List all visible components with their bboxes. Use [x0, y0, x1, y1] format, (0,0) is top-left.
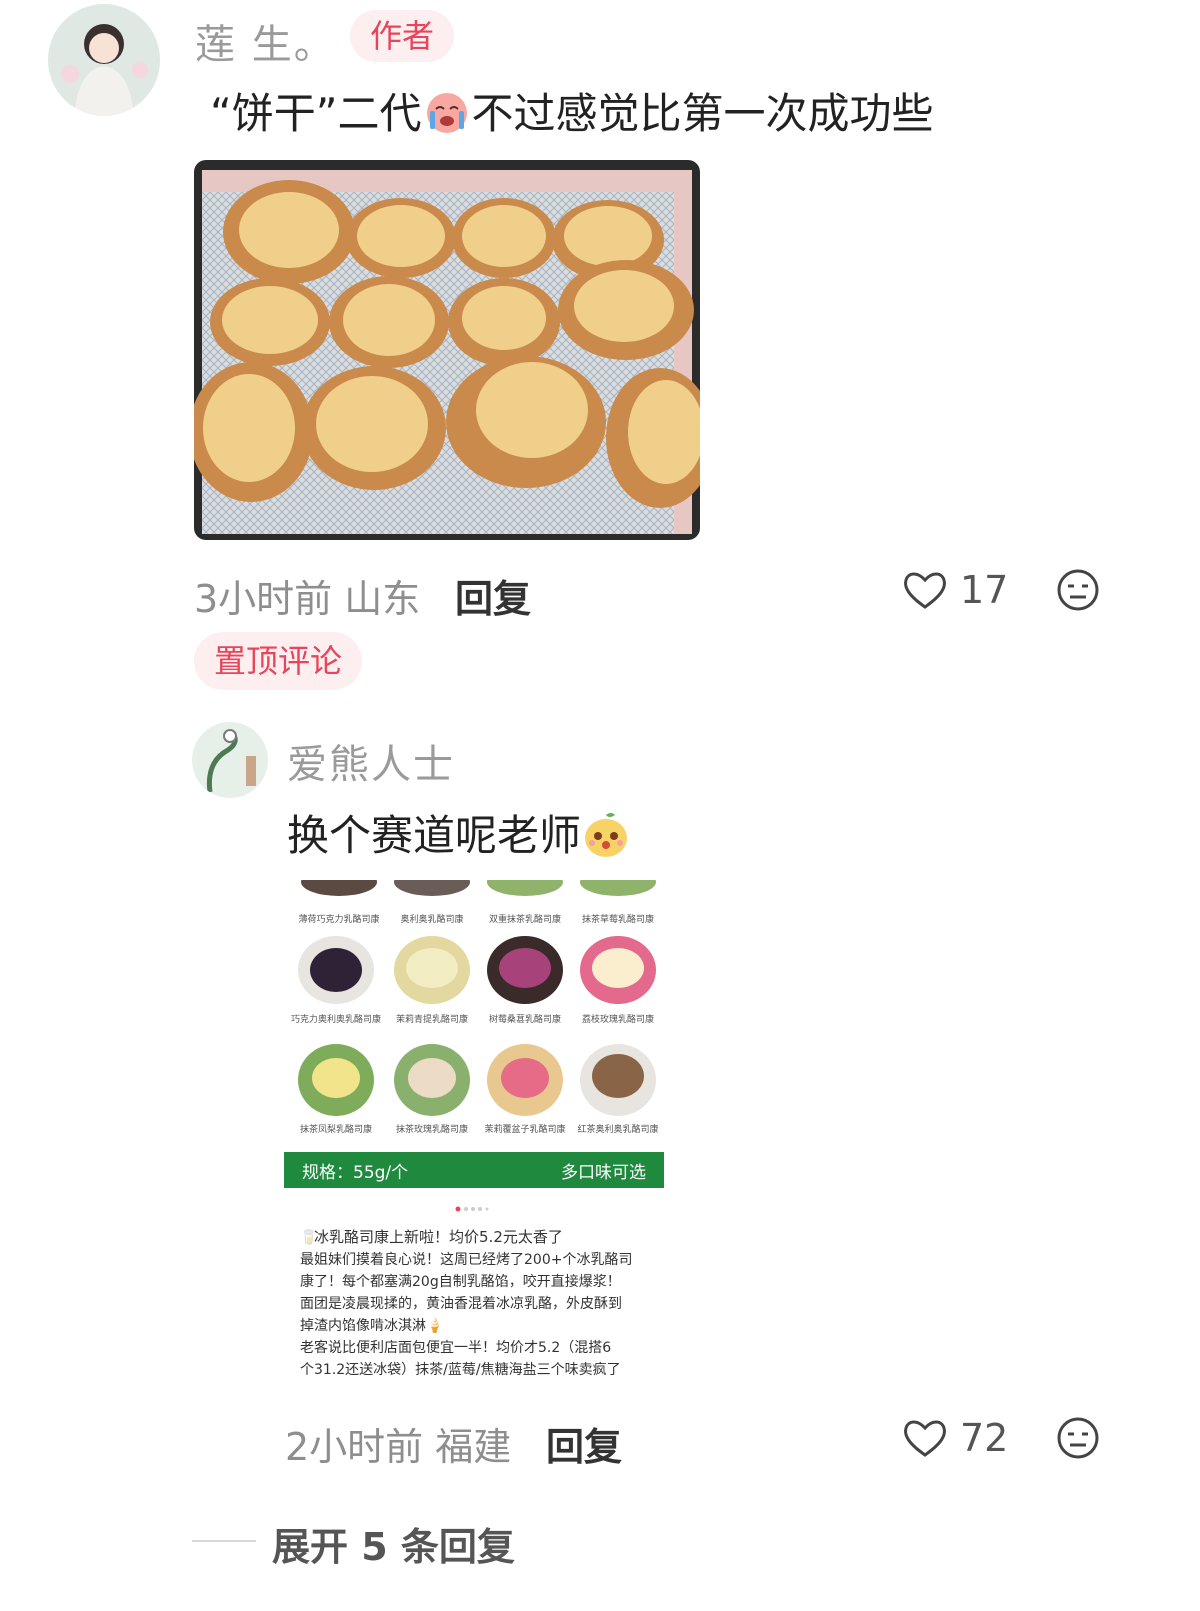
author-badge: 作者 [350, 10, 455, 62]
crying-face-icon [422, 89, 472, 145]
username[interactable]: 莲 生。 [195, 12, 336, 70]
post-line: 个31.2还送冰袋）抹茶/蓝莓/焦糖海盐三个味卖疯了 [300, 1362, 621, 1378]
expand-divider [192, 1540, 256, 1542]
neutral-face-icon [1056, 569, 1100, 616]
spec-label: 规格：55g/个 [302, 1162, 409, 1183]
heart-icon [902, 569, 948, 611]
like-button[interactable]: 17 [902, 568, 1008, 612]
like-count: 17 [960, 568, 1009, 612]
post-line: 🥛冰乳酪司康上新啦！均价5.2元太香了 [300, 1226, 660, 1249]
cookie-label: 巧克力奥利奥乳酪司康 [291, 1015, 382, 1025]
cookie-label: 薄荷巧克力乳酪司康 [298, 915, 380, 925]
reply-button[interactable]: 回复 [546, 1416, 622, 1471]
expand-replies-button[interactable]: 展开 5 条回复 [272, 1516, 515, 1571]
cute-face-icon [581, 809, 631, 869]
cookie-row-1 [284, 930, 664, 1010]
neutral-face-icon [1056, 1417, 1100, 1464]
carousel-dots [454, 1198, 494, 1217]
comment-time-location: 2小时前 福建 [285, 1425, 512, 1469]
avatar[interactable] [48, 4, 160, 116]
post-line: 面团是凌晨现揉的，黄油香混着冰凉乳酪，外皮酥到 [300, 1296, 622, 1312]
post-headline: 冰乳酪司康上新啦！均价5.2元太香了 [314, 1228, 563, 1246]
post-text: 🥛冰乳酪司康上新啦！均价5.2元太香了 最姐妹们摸着良心说！这周已经烤了200+… [300, 1226, 660, 1381]
comment-text-part1: 换个赛道呢老师 [287, 811, 582, 860]
like-count: 72 [960, 1416, 1009, 1460]
cookie-label: 荔枝玫瑰乳酪司康 [581, 1015, 654, 1025]
ice-cream-icon: 🍦 [426, 1318, 444, 1334]
post-line-text: 掉渣内馅像啃冰淇淋 [300, 1318, 426, 1334]
like-button[interactable]: 72 [902, 1416, 1008, 1460]
pinned-comment-badge: 置顶评论 [194, 632, 363, 690]
spec-banner: 规格：55g/个 多口味可选 [284, 1152, 664, 1188]
avatar[interactable] [192, 722, 268, 798]
comment-time-location: 3小时前 山东 [194, 577, 421, 621]
post-line: 老客说比便利店面包便宜一半！均价才5.2（混搭6 [300, 1340, 612, 1356]
cookie-label: 抹茶玫瑰乳酪司康 [395, 1125, 468, 1135]
cup-icon: 🥛 [300, 1230, 318, 1246]
cookie-label: 红茶奥利奥乳酪司康 [577, 1125, 659, 1135]
username[interactable]: 爱熊人士 [287, 732, 455, 790]
comment-photo[interactable]: 薄荷巧克力乳酪司康 奥利奥乳酪司康 双重抹茶乳酪司康 抹茶草莓乳酪司康 巧克力奥… [284, 880, 664, 1388]
post-line: 最姐妹们摸着良心说！这周已经烤了200+个冰乳酪司 [300, 1252, 633, 1268]
cookie-label: 树莓桑葚乳酪司康 [488, 1015, 561, 1025]
cookie-row-0 [284, 880, 664, 900]
cookie-label: 双重抹茶乳酪司康 [488, 915, 561, 925]
cookie-row-2 [284, 1038, 664, 1122]
cookie-label: 奥利奥乳酪司康 [400, 915, 464, 925]
cookie-label: 抹茶凤梨乳酪司康 [299, 1125, 372, 1135]
dislike-button[interactable] [1056, 568, 1100, 616]
post-line: 掉渣内馅像啃冰淇淋🍦 [300, 1315, 660, 1337]
dislike-button[interactable] [1056, 1416, 1100, 1464]
flavors-label: 多口味可选 [561, 1162, 646, 1183]
cookie-label: 茉莉覆盆子乳酪司康 [484, 1125, 566, 1135]
post-line: 康了！每个都塞满20g自制乳酪馅，咬开直接爆浆！ [300, 1274, 621, 1290]
reply-button[interactable]: 回复 [455, 568, 531, 623]
comment-text-part2: 不过感觉比第一次成功些 [471, 89, 934, 138]
comment-photo[interactable] [194, 160, 700, 540]
comment-text-part1: “饼干”二代 [210, 89, 422, 138]
cookie-label: 抹茶草莓乳酪司康 [581, 915, 654, 925]
comment-text: “饼干”二代 不过感觉比第一次成功些 [210, 80, 934, 145]
heart-icon [902, 1417, 948, 1459]
cookie-label: 茉莉青提乳酪司康 [395, 1015, 468, 1025]
comment-text: 换个赛道呢老师 [287, 802, 631, 869]
